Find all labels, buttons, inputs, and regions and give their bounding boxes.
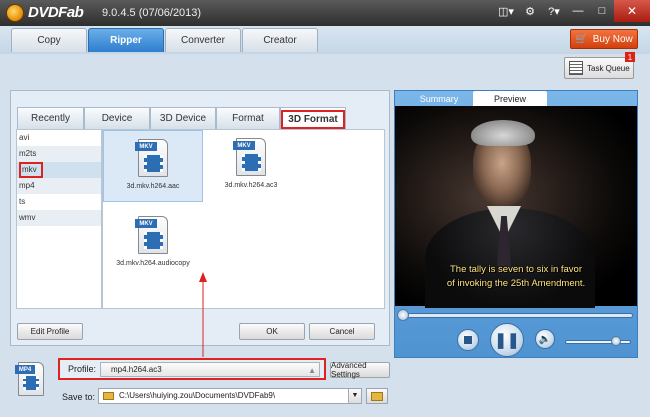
tab-ripper[interactable]: Ripper [88, 28, 164, 52]
video-preview: The tally is seven to six in favor of in… [395, 106, 637, 308]
tab-3d-format-label: 3D Format [281, 109, 345, 129]
format-item-mkv-label: mkv [19, 162, 43, 178]
format-item-wmv[interactable]: wmv [17, 210, 101, 226]
folder-icon [103, 392, 114, 400]
mp4-file-icon: MP4 [15, 362, 44, 396]
format-item-mkv[interactable]: mkv [17, 162, 101, 178]
window-mode-icon[interactable]: ◫▾ [494, 0, 518, 22]
pause-button[interactable]: ❚❚ [490, 323, 524, 357]
save-path-value: C:\Users\huiying.zou\Documents\DVDFab9\ [119, 391, 276, 400]
format-list: avi m2ts mkv mp4 ts wmv [16, 129, 102, 309]
browse-folder-button[interactable] [366, 388, 388, 404]
profile-selector-panel: Recently Device 3D Device Format 3D Form… [10, 90, 390, 346]
stop-icon [464, 336, 472, 344]
minimize-icon[interactable]: — [566, 0, 590, 22]
seek-handle[interactable] [397, 309, 409, 321]
profile-row: Profile: mp4.h264.ac3 ▲ [58, 358, 326, 380]
format-item-mp4[interactable]: mp4 [17, 178, 101, 194]
app-version: 9.0.4.5 (07/06/2013) [102, 7, 202, 19]
profile-label: 3d.mkv.h264.aac [126, 183, 180, 190]
tab-copy[interactable]: Copy [11, 28, 87, 52]
ok-button[interactable]: OK [239, 323, 305, 340]
format-item-ts[interactable]: ts [17, 194, 101, 210]
tab-converter[interactable]: Converter [165, 28, 241, 52]
tab-3d-format[interactable]: 3D Format [280, 107, 346, 130]
tab-device[interactable]: Device [84, 107, 150, 129]
profile-tile-audiocopy[interactable]: MKV 3d.mkv.h264.audiocopy [103, 208, 203, 280]
tab-format[interactable]: Format [216, 107, 280, 129]
mkv-file-icon: MKV [135, 139, 168, 177]
subtitle-line-1: The tally is seven to six in favor [450, 264, 582, 275]
chevron-down-icon[interactable]: ▼ [348, 389, 361, 403]
profile-label: 3d.mkv.h264.ac3 [224, 182, 278, 189]
task-list-icon [569, 61, 583, 75]
main-tab-bar: Copy Ripper Converter Creator 🛒 Buy Now [0, 26, 650, 54]
app-brand: DVDFab [28, 4, 84, 21]
open-folder-icon [371, 391, 383, 401]
volume-slider[interactable] [565, 340, 631, 344]
advanced-settings-button[interactable]: Advanced Settings [330, 361, 390, 379]
help-icon[interactable]: ?▾ [542, 0, 566, 22]
buy-now-label: Buy Now [592, 33, 633, 45]
profile-tile-ac3[interactable]: MKV 3d.mkv.h264.ac3 [201, 130, 301, 202]
seek-bar[interactable] [399, 313, 633, 318]
dvdfab-logo-icon [6, 4, 24, 22]
mkv-file-icon: MKV [233, 138, 266, 176]
volume-button[interactable]: 🔈 [535, 329, 555, 349]
tab-creator[interactable]: Creator [242, 28, 318, 52]
expand-icon: ▲ [308, 366, 316, 375]
save-to-label: Save to: [62, 392, 96, 402]
format-item-avi[interactable]: avi [17, 130, 101, 146]
format-item-m2ts[interactable]: m2ts [17, 146, 101, 162]
maximize-icon[interactable]: □ [590, 0, 614, 22]
subtitle-line-2: of invoking the 25th Amendment. [446, 278, 586, 289]
profile-select[interactable]: mp4.h264.ac3 ▲ [100, 362, 320, 377]
cancel-button[interactable]: Cancel [309, 323, 375, 340]
gear-icon[interactable]: ⚙ [518, 0, 542, 22]
cart-icon: 🛒 [575, 33, 588, 45]
task-count-badge: 1 [625, 52, 635, 62]
profile-tile-aac[interactable]: MKV 3d.mkv.h264.aac [103, 130, 203, 202]
title-bar: DVDFab 9.0.4.5 (07/06/2013) ◫▾ ⚙ ?▾ — □ … [0, 0, 650, 26]
volume-handle[interactable] [611, 336, 621, 346]
close-icon[interactable]: ✕ [614, 0, 650, 22]
pause-icon: ❚❚ [494, 332, 520, 349]
preview-panel: Summary Preview The tally is seven to si… [394, 90, 638, 358]
edit-profile-button[interactable]: Edit Profile [17, 323, 83, 340]
save-path-field[interactable]: C:\Users\huiying.zou\Documents\DVDFab9\ … [98, 388, 362, 404]
speaker-icon: 🔈 [538, 333, 552, 345]
buy-now-button[interactable]: 🛒 Buy Now [570, 29, 638, 49]
mkv-file-icon: MKV [135, 216, 168, 254]
profile-label: 3d.mkv.h264.audiocopy [116, 260, 190, 267]
task-queue-button[interactable]: Task Queue 1 [564, 52, 635, 79]
profile-grid: MKV 3d.mkv.h264.aac MKV 3d.mkv.h264.ac3 … [102, 129, 385, 309]
tab-recently[interactable]: Recently [17, 107, 84, 129]
profile-value: mp4.h264.ac3 [111, 365, 162, 374]
tab-preview[interactable]: Preview [473, 91, 547, 107]
tab-summary[interactable]: Summary [405, 91, 473, 107]
profile-label: Profile: [68, 364, 97, 374]
tab-3d-device[interactable]: 3D Device [150, 107, 216, 129]
task-queue-label: Task Queue [587, 63, 630, 73]
stop-button[interactable] [457, 329, 479, 351]
